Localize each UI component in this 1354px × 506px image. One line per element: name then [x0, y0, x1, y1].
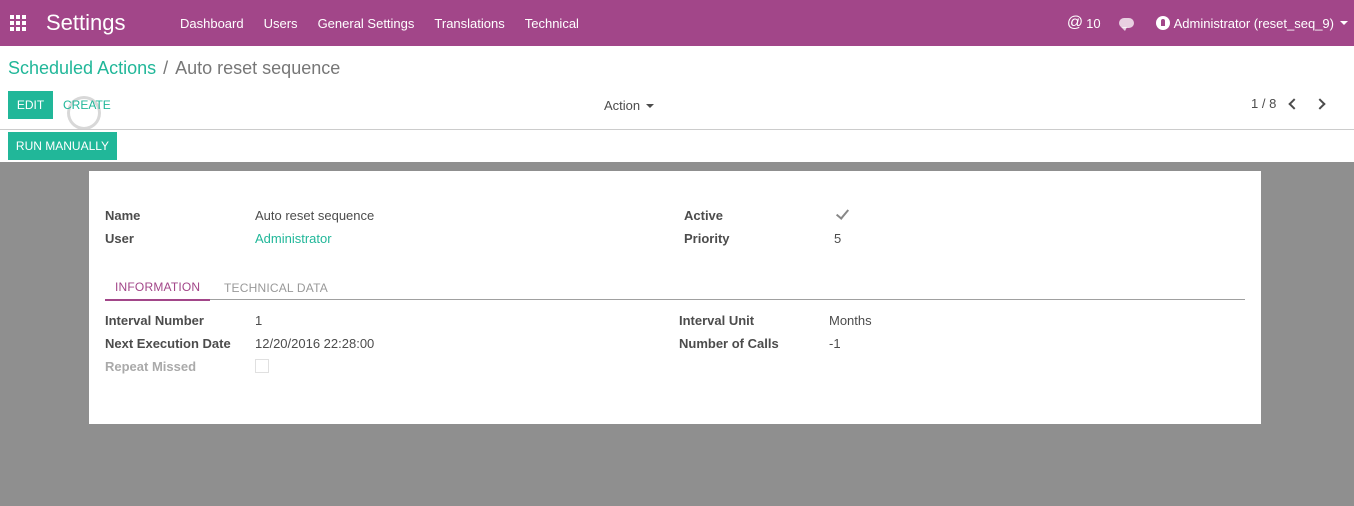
breadcrumb-scheduled-actions[interactable]: Scheduled Actions: [8, 58, 156, 79]
run-manually-button[interactable]: RUN MANUALLY: [8, 132, 117, 160]
name-value: Auto reset sequence: [255, 208, 375, 223]
notebook-tabs: INFORMATION TECHNICAL DATA: [105, 275, 1245, 301]
apps-grid-icon[interactable]: [10, 15, 26, 31]
action-dropdown-label: Action: [604, 98, 641, 113]
menu-item-general-settings[interactable]: General Settings: [308, 16, 425, 31]
active-label: Active: [684, 208, 724, 223]
next-execution-label: Next Execution Date: [105, 336, 231, 351]
repeat-missed-label: Repeat Missed: [105, 359, 197, 374]
interval-unit-value: Months: [829, 313, 872, 328]
next-execution-value: 12/20/2016 22:28:00: [255, 336, 375, 351]
action-dropdown[interactable]: Action: [604, 98, 655, 113]
interval-unit-label: Interval Unit: [679, 313, 755, 328]
breadcrumb-current: Auto reset sequence: [175, 58, 341, 78]
caret-down-icon: [646, 103, 655, 108]
divider: [0, 129, 1354, 130]
menu-item-translations[interactable]: Translations: [424, 16, 514, 31]
menu-item-users[interactable]: Users: [254, 16, 308, 31]
top-navbar: Settings Dashboard Users General Setting…: [0, 0, 1354, 46]
tab-technical-data[interactable]: TECHNICAL DATA: [214, 275, 338, 300]
number-of-calls-label: Number of Calls: [679, 336, 779, 351]
tab-information[interactable]: INFORMATION: [105, 275, 211, 301]
control-panel: Scheduled Actions / Auto reset sequence …: [0, 46, 1354, 162]
priority-value: 5: [834, 231, 842, 246]
user-value-link[interactable]: Administrator: [255, 231, 332, 246]
edit-button[interactable]: EDIT: [8, 91, 53, 119]
menu-item-dashboard[interactable]: Dashboard: [170, 16, 254, 31]
mention-at-icon[interactable]: @: [1067, 14, 1083, 32]
repeat-missed-checkbox: [255, 359, 269, 373]
form-sheet: Name Auto reset sequence User Administra…: [89, 171, 1261, 424]
interval-number-label: Interval Number: [105, 313, 204, 328]
pager-value[interactable]: 1 / 8: [1251, 96, 1276, 111]
active-checkmark-icon: [835, 206, 850, 220]
app-title: Settings: [46, 10, 126, 35]
menu-item-technical[interactable]: Technical: [515, 16, 589, 31]
user-menu-label[interactable]: Administrator (reset_seq_9): [1174, 16, 1334, 31]
chat-bubbles-icon[interactable]: [1118, 18, 1134, 31]
chevron-left-icon[interactable]: [1288, 97, 1300, 110]
breadcrumb-separator: /: [163, 58, 169, 78]
pager: 1 / 8: [1251, 96, 1326, 111]
chevron-right-icon[interactable]: [1314, 97, 1326, 110]
create-button[interactable]: CREATE: [63, 98, 111, 112]
name-label: Name: [105, 208, 141, 223]
number-of-calls-value: -1: [829, 336, 841, 351]
priority-label: Priority: [684, 231, 730, 246]
user-avatar-icon[interactable]: [1155, 16, 1170, 30]
user-label: User: [105, 231, 134, 246]
systray: @ 10 Administrator (reset_seq_9): [1067, 0, 1348, 46]
interval-number-value: 1: [255, 313, 263, 328]
main-menu: Dashboard Users General Settings Transla…: [170, 0, 589, 46]
chevron-down-icon[interactable]: [1340, 21, 1348, 25]
mention-count[interactable]: 10: [1086, 16, 1100, 31]
breadcrumb: Scheduled Actions / Auto reset sequence: [8, 58, 340, 79]
